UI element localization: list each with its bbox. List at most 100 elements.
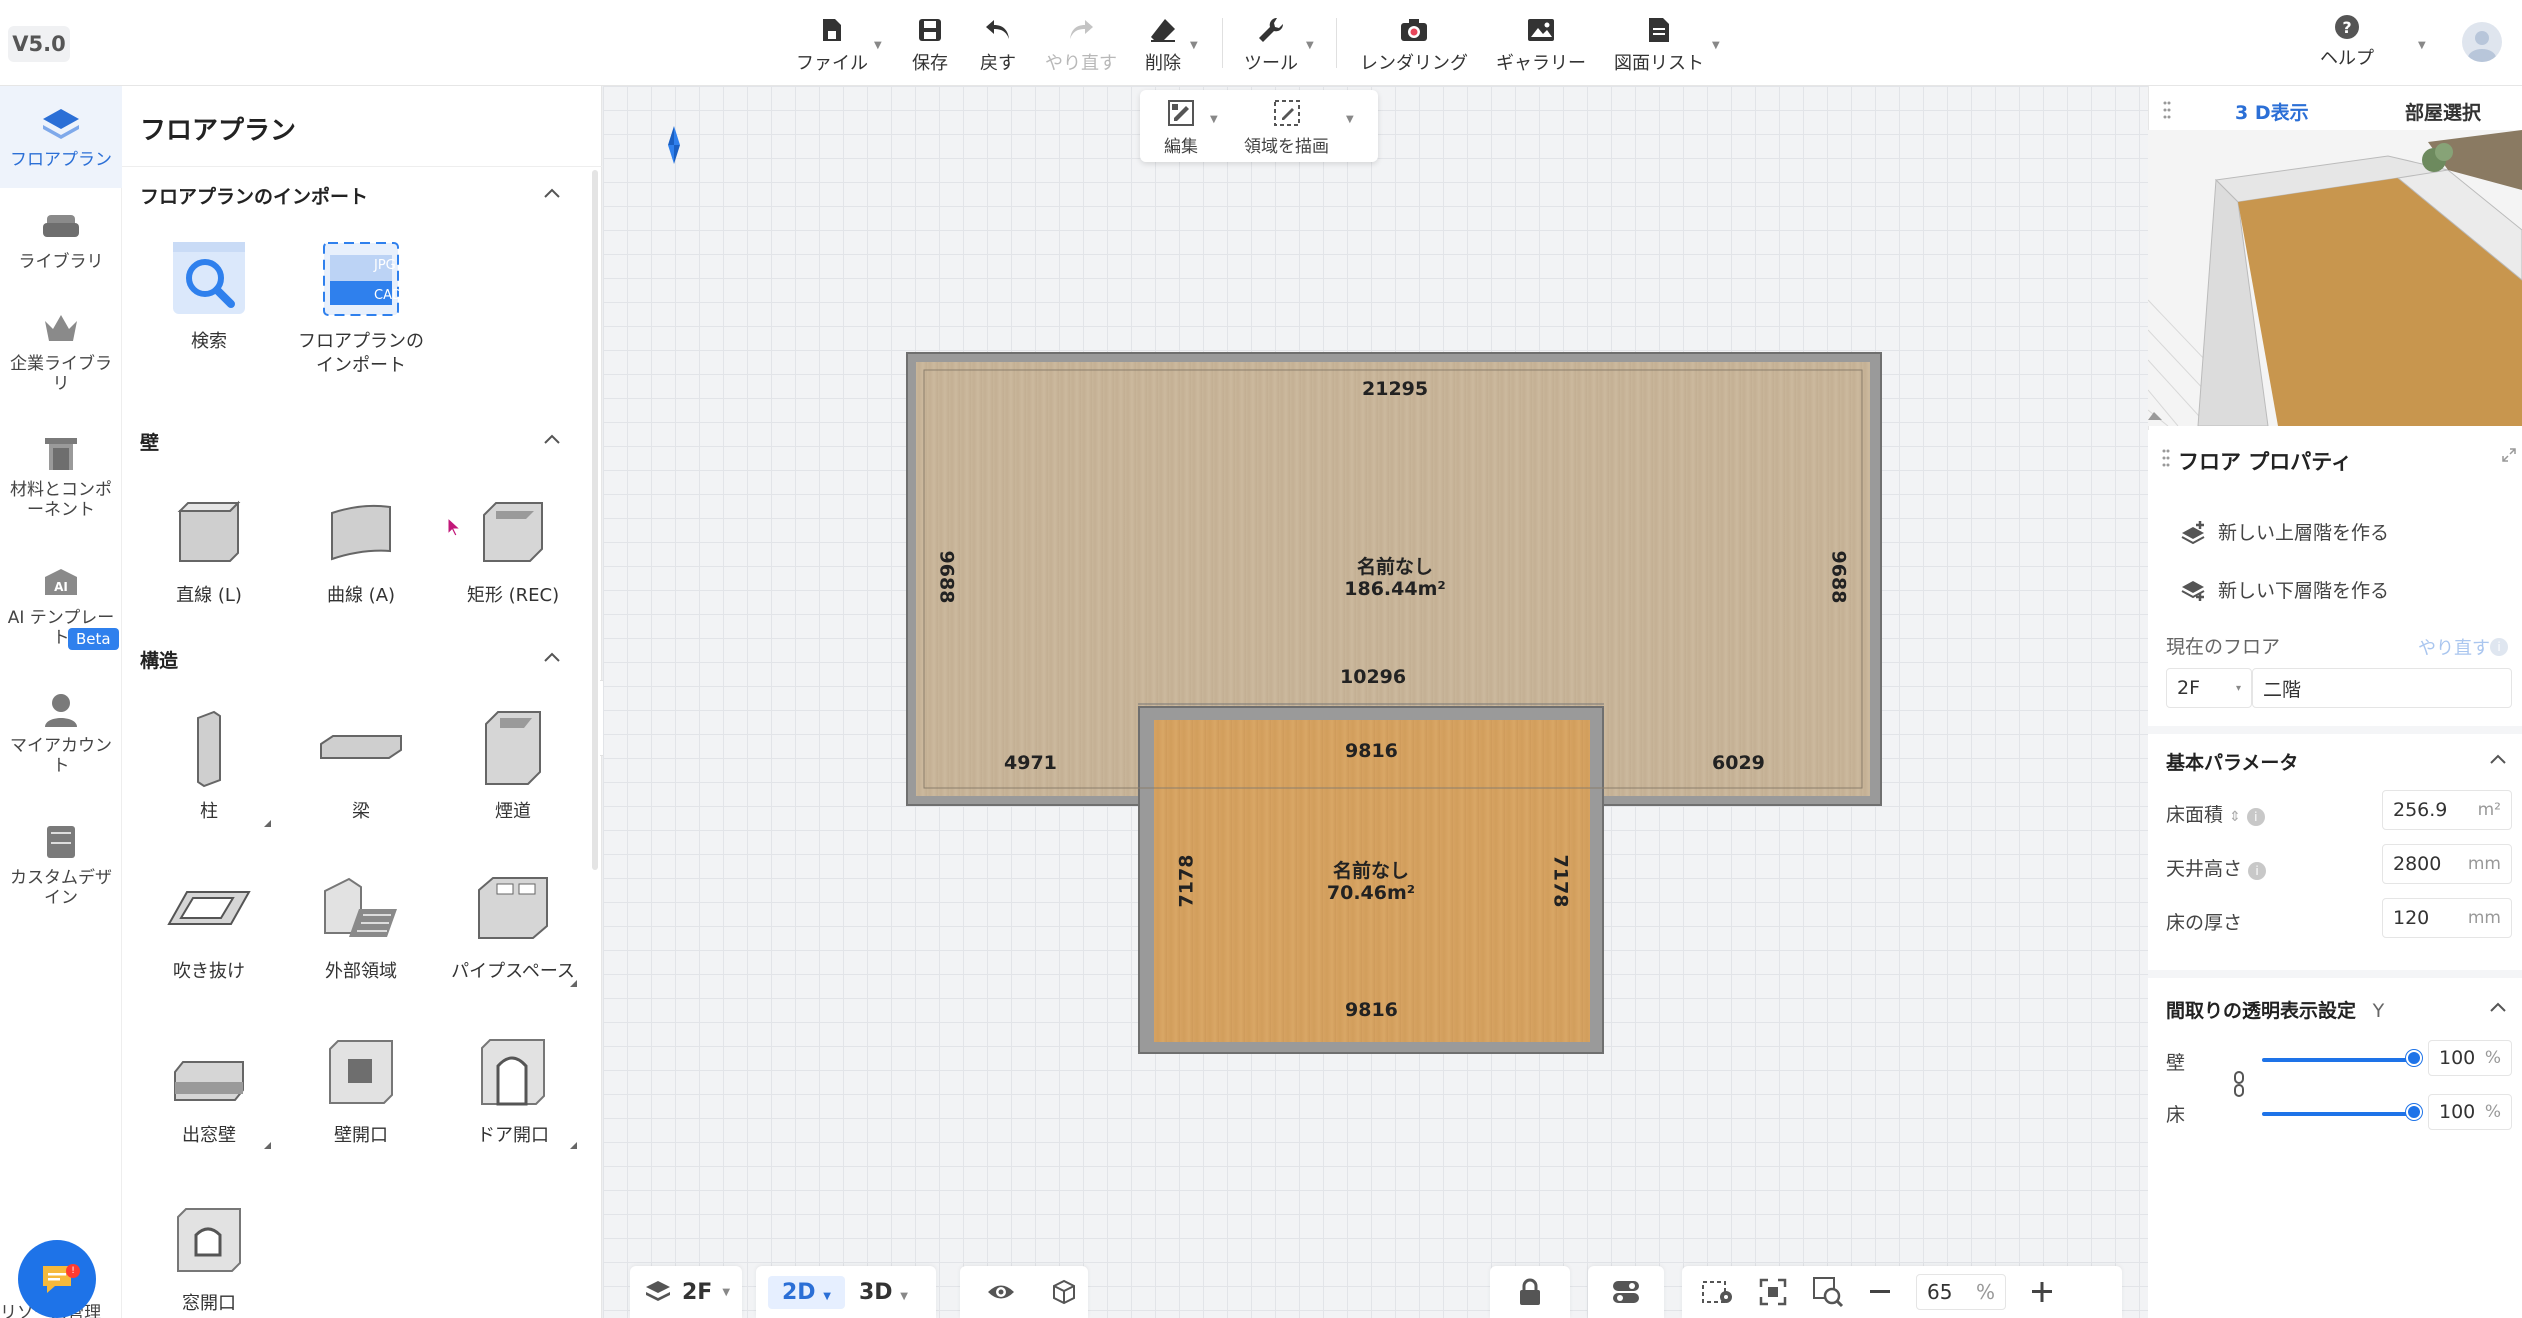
new-upper-floor-button[interactable]: 新しい上層階を作る (2180, 518, 2389, 545)
save-button[interactable]: 保存 (912, 14, 948, 76)
floor-transparency-input[interactable]: 100 % (2428, 1094, 2512, 1130)
drag-handle-icon[interactable] (2162, 448, 2170, 468)
nav-my-account[interactable]: マイアカウント (0, 690, 122, 776)
delete-button[interactable]: 削除 (1145, 14, 1181, 76)
mouse-cursor-icon (447, 516, 462, 537)
toolbar-divider (1336, 18, 1337, 68)
redo-icon (1065, 14, 1097, 46)
chevron-down-icon[interactable]: ▼ (1190, 40, 1198, 51)
nav-materials[interactable]: 材料とコンポーネント (0, 434, 122, 520)
render-button[interactable]: レンダリング (1360, 14, 1468, 76)
chevron-down-icon[interactable]: ▼ (1712, 40, 1720, 51)
new-lower-floor-button[interactable]: 新しい下層階を作る (2180, 576, 2389, 603)
file-menu-button[interactable]: ファイル (796, 14, 868, 76)
nav-library[interactable]: ライブラリ (0, 206, 122, 272)
chevron-up-icon[interactable] (542, 430, 562, 450)
redo-link[interactable]: やり直す (2418, 634, 2490, 660)
toggle-icon (1613, 1281, 1639, 1303)
chevron-up-icon[interactable] (2488, 998, 2508, 1018)
chevron-down-icon[interactable]: ▼ (1306, 40, 1314, 51)
chimney-tool[interactable]: 煙道 (438, 706, 588, 824)
zoom-in-icon[interactable] (2030, 1280, 2054, 1304)
chevron-down-icon[interactable]: ▼ (2418, 40, 2426, 51)
nav-company-library[interactable]: 企業ライブラリ (0, 308, 122, 394)
chevron-down-icon[interactable]: ▼ (1210, 114, 1218, 125)
rectangle-wall-tool[interactable]: 矩形 (REC) (438, 490, 588, 608)
transparency-header[interactable]: 間取りの透明表示設定 Y (2166, 996, 2384, 1023)
floor-slider[interactable] (2262, 1112, 2414, 1116)
sort-icon[interactable]: ⇕ (2229, 809, 2241, 825)
door-opening-tool[interactable]: ドア開口 (438, 1030, 588, 1148)
nav-floor-plan[interactable]: フロアプラン (0, 86, 122, 188)
dimension-bottom-right: 6029 (1712, 752, 1765, 774)
panel-scrollbar[interactable] (592, 170, 598, 870)
tools-menu-button[interactable]: ツール (1244, 14, 1298, 76)
ceiling-height-input[interactable]: 2800 mm (2382, 844, 2512, 884)
drawing-list-button[interactable]: 図面リスト (1614, 14, 1704, 76)
drag-handle-icon[interactable] (2163, 100, 2171, 120)
floor-slider-knob[interactable] (2406, 1104, 2422, 1120)
expand-icon[interactable] (2502, 448, 2516, 462)
window-opening-icon (167, 1198, 251, 1282)
search-tool[interactable]: 検索 (134, 236, 284, 354)
view-settings-icon[interactable] (1700, 1277, 1734, 1307)
chevron-up-icon[interactable] (542, 184, 562, 204)
room-label-small[interactable]: 名前なし 70.46m² (1306, 860, 1436, 904)
nav-custom-design[interactable]: カスタムデザイン (0, 822, 122, 908)
eye-icon[interactable] (986, 1281, 1016, 1303)
beam-tool[interactable]: 梁 (286, 706, 436, 824)
basic-params-header[interactable]: 基本パラメータ (2166, 748, 2298, 775)
structure-section-header[interactable]: 構造 (140, 646, 178, 673)
door-icon (41, 434, 81, 474)
avatar[interactable] (2462, 22, 2502, 62)
chevron-down-icon[interactable]: ▼ (1346, 114, 1354, 125)
room-label-large[interactable]: 名前なし 186.44m² (1330, 556, 1460, 600)
link-icon[interactable] (2232, 1070, 2246, 1098)
zoom-input[interactable]: 65 % (1916, 1274, 2006, 1310)
chevron-down-icon[interactable]: ▼ (874, 40, 882, 51)
floor-thickness-input[interactable]: 120 mm (2382, 898, 2512, 938)
fit-screen-icon[interactable] (1758, 1277, 1788, 1307)
undo-icon (982, 14, 1014, 46)
cube-icon[interactable] (1050, 1278, 1078, 1306)
floor-area-input[interactable]: 256.9 m² (2382, 790, 2512, 830)
toggle-settings-button[interactable] (1588, 1266, 1664, 1318)
chevron-up-icon[interactable] (542, 648, 562, 668)
chat-button[interactable] (18, 1240, 96, 1318)
bay-window-wall-tool[interactable]: 出窓壁 (134, 1030, 284, 1148)
pipe-space-tool[interactable]: パイプスペース (438, 866, 588, 984)
3d-preview[interactable] (2148, 130, 2522, 426)
import-section-header[interactable]: フロアプランのインポート (140, 182, 368, 209)
edit-icon (1168, 100, 1194, 126)
exterior-area-tool[interactable]: 外部領域 (286, 866, 436, 984)
zoom-out-icon[interactable] (1868, 1280, 1892, 1304)
edit-button[interactable]: 編集 (1164, 98, 1198, 157)
help-button[interactable]: ? ヘルプ (2320, 14, 2374, 70)
gallery-button[interactable]: ギャラリー (1496, 14, 1586, 76)
column-tool[interactable]: 柱 (134, 706, 284, 824)
floor-selector[interactable]: 2F ▼ (630, 1266, 742, 1318)
wall-transparency-input[interactable]: 100 % (2428, 1040, 2512, 1076)
import-floor-plan-tool[interactable]: JPG CAD フロアプランの インポート (286, 236, 436, 378)
tab-room-select[interactable]: 部屋選択 (2405, 98, 2481, 125)
atrium-tool[interactable]: 吹き抜け (134, 866, 284, 984)
floor-name-input[interactable]: 二階 (2252, 668, 2512, 708)
straight-wall-tool[interactable]: 直線 (L) (134, 490, 284, 608)
exterior-area-icon (319, 866, 403, 950)
wall-section-header[interactable]: 壁 (140, 428, 159, 455)
floor-code-select[interactable]: 2F ▾ (2166, 668, 2252, 708)
mode-2d-button[interactable]: 2D ▼ (768, 1275, 845, 1309)
wall-slider[interactable] (2262, 1058, 2414, 1062)
mode-3d-button[interactable]: 3D ▼ (859, 1280, 908, 1305)
undo-button[interactable]: 戻す (980, 14, 1016, 76)
chevron-up-icon[interactable] (2488, 750, 2508, 770)
lock-button[interactable] (1490, 1266, 1570, 1318)
tab-3d-view[interactable]: 3 D表示 (2235, 98, 2309, 125)
wall-slider-knob[interactable] (2406, 1050, 2422, 1066)
zoom-area-icon[interactable] (1812, 1276, 1844, 1308)
wall-opening-tool[interactable]: 壁開口 (286, 1030, 436, 1148)
draw-area-button[interactable]: 領域を描画 (1244, 98, 1329, 157)
window-opening-tool[interactable]: 窓開口 (134, 1198, 284, 1316)
curved-wall-tool[interactable]: 曲線 (A) (286, 490, 436, 608)
redo-button[interactable]: やり直す (1045, 14, 1117, 76)
